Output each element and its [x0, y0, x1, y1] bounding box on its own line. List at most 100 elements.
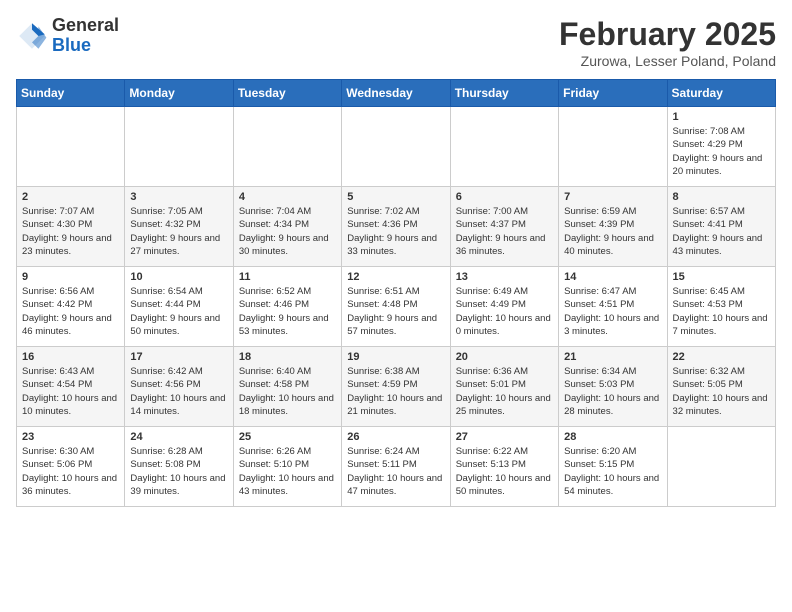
calendar-cell: 19 Sunrise: 6:38 AM Sunset: 4:59 PM Dayli… [342, 347, 450, 427]
calendar-cell [233, 107, 341, 187]
calendar-cell: 18 Sunrise: 6:40 AM Sunset: 4:58 PM Dayli… [233, 347, 341, 427]
weekday-header: Sunday [17, 80, 125, 107]
day-number: 20 [456, 351, 553, 363]
weekday-header: Tuesday [233, 80, 341, 107]
weekday-header: Wednesday [342, 80, 450, 107]
calendar-cell: 20Sunrise: 6:36 AM Sunset: 5:01 PM Dayli… [450, 347, 558, 427]
weekday-header: Monday [125, 80, 233, 107]
calendar-cell [125, 107, 233, 187]
calendar-cell: 17 Sunrise: 6:42 AM Sunset: 4:56 PM Dayli… [125, 347, 233, 427]
day-info: Sunrise: 6:22 AM Sunset: 5:13 PM Dayligh… [456, 445, 553, 498]
day-number: 8 [673, 191, 770, 203]
day-number: 25 [239, 431, 336, 443]
day-info: Sunrise: 6:43 AM Sunset: 4:54 PM Dayligh… [22, 365, 119, 418]
day-info: Sunrise: 7:07 AM Sunset: 4:30 PM Dayligh… [22, 205, 119, 258]
calendar-week-row: 1 Sunrise: 7:08 AM Sunset: 4:29 PM Daylig… [17, 107, 776, 187]
day-number: 17 [130, 351, 227, 363]
day-number: 18 [239, 351, 336, 363]
calendar-cell: 15 Sunrise: 6:45 AM Sunset: 4:53 PM Dayli… [667, 267, 775, 347]
day-info: Sunrise: 6:57 AM Sunset: 4:41 PM Dayligh… [673, 205, 770, 258]
day-info: Sunrise: 6:30 AM Sunset: 5:06 PM Dayligh… [22, 445, 119, 498]
weekday-header: Friday [559, 80, 667, 107]
calendar-cell: 7 Sunrise: 6:59 AM Sunset: 4:39 PM Daylig… [559, 187, 667, 267]
calendar-cell: 10 Sunrise: 6:54 AM Sunset: 4:44 PM Dayli… [125, 267, 233, 347]
month-year: February 2025 [559, 16, 776, 53]
page-header: General Blue February 2025 Zurowa, Lesse… [16, 16, 776, 69]
day-info: Sunrise: 6:54 AM Sunset: 4:44 PM Dayligh… [130, 285, 227, 338]
day-number: 15 [673, 271, 770, 283]
day-info: Sunrise: 6:20 AM Sunset: 5:15 PM Dayligh… [564, 445, 661, 498]
calendar-week-row: 2 Sunrise: 7:07 AM Sunset: 4:30 PM Daylig… [17, 187, 776, 267]
day-number: 26 [347, 431, 444, 443]
day-number: 13 [456, 271, 553, 283]
day-number: 23 [22, 431, 119, 443]
calendar-cell: 9 Sunrise: 6:56 AM Sunset: 4:42 PM Daylig… [17, 267, 125, 347]
day-info: Sunrise: 6:26 AM Sunset: 5:10 PM Dayligh… [239, 445, 336, 498]
day-info: Sunrise: 6:40 AM Sunset: 4:58 PM Dayligh… [239, 365, 336, 418]
calendar-cell: 14 Sunrise: 6:47 AM Sunset: 4:51 PM Dayli… [559, 267, 667, 347]
day-number: 24 [130, 431, 227, 443]
calendar-cell: 16 Sunrise: 6:43 AM Sunset: 4:54 PM Dayli… [17, 347, 125, 427]
calendar-cell: 27 Sunrise: 6:22 AM Sunset: 5:13 PM Dayli… [450, 427, 558, 507]
day-info: Sunrise: 6:24 AM Sunset: 5:11 PM Dayligh… [347, 445, 444, 498]
logo-icon [16, 20, 48, 52]
day-number: 21 [564, 351, 661, 363]
day-number: 14 [564, 271, 661, 283]
location: Zurowa, Lesser Poland, Poland [559, 53, 776, 69]
day-info: Sunrise: 7:05 AM Sunset: 4:32 PM Dayligh… [130, 205, 227, 258]
day-number: 12 [347, 271, 444, 283]
day-number: 16 [22, 351, 119, 363]
day-info: Sunrise: 6:51 AM Sunset: 4:48 PM Dayligh… [347, 285, 444, 338]
day-number: 27 [456, 431, 553, 443]
calendar-cell: 24Sunrise: 6:28 AM Sunset: 5:08 PM Dayli… [125, 427, 233, 507]
day-info: Sunrise: 6:49 AM Sunset: 4:49 PM Dayligh… [456, 285, 553, 338]
calendar-cell: 26 Sunrise: 6:24 AM Sunset: 5:11 PM Dayli… [342, 427, 450, 507]
day-info: Sunrise: 6:47 AM Sunset: 4:51 PM Dayligh… [564, 285, 661, 338]
calendar-cell [450, 107, 558, 187]
calendar-cell: 1 Sunrise: 7:08 AM Sunset: 4:29 PM Daylig… [667, 107, 775, 187]
calendar-cell: 4 Sunrise: 7:04 AM Sunset: 4:34 PM Daylig… [233, 187, 341, 267]
calendar-cell: 23 Sunrise: 6:30 AM Sunset: 5:06 PM Dayli… [17, 427, 125, 507]
calendar-cell: 28 Sunrise: 6:20 AM Sunset: 5:15 PM Dayli… [559, 427, 667, 507]
calendar-week-row: 16 Sunrise: 6:43 AM Sunset: 4:54 PM Dayli… [17, 347, 776, 427]
day-info: Sunrise: 6:42 AM Sunset: 4:56 PM Dayligh… [130, 365, 227, 418]
day-info: Sunrise: 6:32 AM Sunset: 5:05 PM Dayligh… [673, 365, 770, 418]
calendar-cell [667, 427, 775, 507]
day-number: 3 [130, 191, 227, 203]
day-info: Sunrise: 7:08 AM Sunset: 4:29 PM Dayligh… [673, 125, 770, 178]
day-info: Sunrise: 6:38 AM Sunset: 4:59 PM Dayligh… [347, 365, 444, 418]
calendar-table: SundayMondayTuesdayWednesdayThursdayFrid… [16, 79, 776, 507]
calendar-cell: 22Sunrise: 6:32 AM Sunset: 5:05 PM Dayli… [667, 347, 775, 427]
day-info: Sunrise: 6:56 AM Sunset: 4:42 PM Dayligh… [22, 285, 119, 338]
calendar-cell: 12 Sunrise: 6:51 AM Sunset: 4:48 PM Dayli… [342, 267, 450, 347]
logo: General Blue [16, 16, 119, 56]
calendar-header-row: SundayMondayTuesdayWednesdayThursdayFrid… [17, 80, 776, 107]
day-info: Sunrise: 6:34 AM Sunset: 5:03 PM Dayligh… [564, 365, 661, 418]
day-info: Sunrise: 6:52 AM Sunset: 4:46 PM Dayligh… [239, 285, 336, 338]
day-number: 2 [22, 191, 119, 203]
calendar-cell: 5Sunrise: 7:02 AM Sunset: 4:36 PM Daylig… [342, 187, 450, 267]
day-number: 7 [564, 191, 661, 203]
day-number: 4 [239, 191, 336, 203]
calendar-cell: 11Sunrise: 6:52 AM Sunset: 4:46 PM Dayli… [233, 267, 341, 347]
day-number: 19 [347, 351, 444, 363]
calendar-cell: 13 Sunrise: 6:49 AM Sunset: 4:49 PM Dayli… [450, 267, 558, 347]
calendar-cell: 2 Sunrise: 7:07 AM Sunset: 4:30 PM Daylig… [17, 187, 125, 267]
day-info: Sunrise: 6:45 AM Sunset: 4:53 PM Dayligh… [673, 285, 770, 338]
day-info: Sunrise: 6:59 AM Sunset: 4:39 PM Dayligh… [564, 205, 661, 258]
calendar-cell [342, 107, 450, 187]
calendar-cell [17, 107, 125, 187]
calendar-cell: 6Sunrise: 7:00 AM Sunset: 4:37 PM Daylig… [450, 187, 558, 267]
logo-text: General Blue [52, 16, 119, 56]
day-info: Sunrise: 7:04 AM Sunset: 4:34 PM Dayligh… [239, 205, 336, 258]
calendar-week-row: 23 Sunrise: 6:30 AM Sunset: 5:06 PM Dayli… [17, 427, 776, 507]
calendar-cell: 3 Sunrise: 7:05 AM Sunset: 4:32 PM Daylig… [125, 187, 233, 267]
calendar-cell: 21 Sunrise: 6:34 AM Sunset: 5:03 PM Dayli… [559, 347, 667, 427]
day-number: 10 [130, 271, 227, 283]
day-number: 1 [673, 111, 770, 123]
day-info: Sunrise: 7:00 AM Sunset: 4:37 PM Dayligh… [456, 205, 553, 258]
day-number: 5 [347, 191, 444, 203]
day-number: 28 [564, 431, 661, 443]
day-number: 9 [22, 271, 119, 283]
title-block: February 2025 Zurowa, Lesser Poland, Pol… [559, 16, 776, 69]
